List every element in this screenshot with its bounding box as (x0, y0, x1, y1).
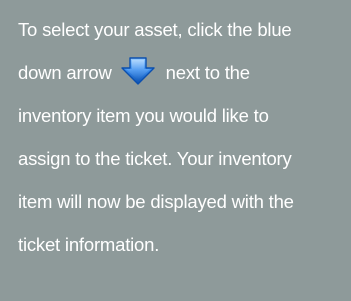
blue-down-arrow-icon (120, 56, 156, 86)
instruction-line-3: inventory item you would like to (18, 105, 269, 126)
instruction-line-1: To select your asset, click the blue (18, 19, 292, 40)
instruction-line-5: item will now be displayed with the (18, 191, 294, 212)
instruction-line-2-start: down arrow (18, 62, 112, 83)
instruction-line-4: assign to the ticket. Your inventory (18, 148, 292, 169)
instruction-text: To select your asset, click the blue dow… (18, 8, 340, 266)
instruction-line-6: ticket information. (18, 234, 160, 255)
instruction-panel: To select your asset, click the blue dow… (0, 0, 351, 301)
instruction-line-2-end: next to the (165, 62, 250, 83)
